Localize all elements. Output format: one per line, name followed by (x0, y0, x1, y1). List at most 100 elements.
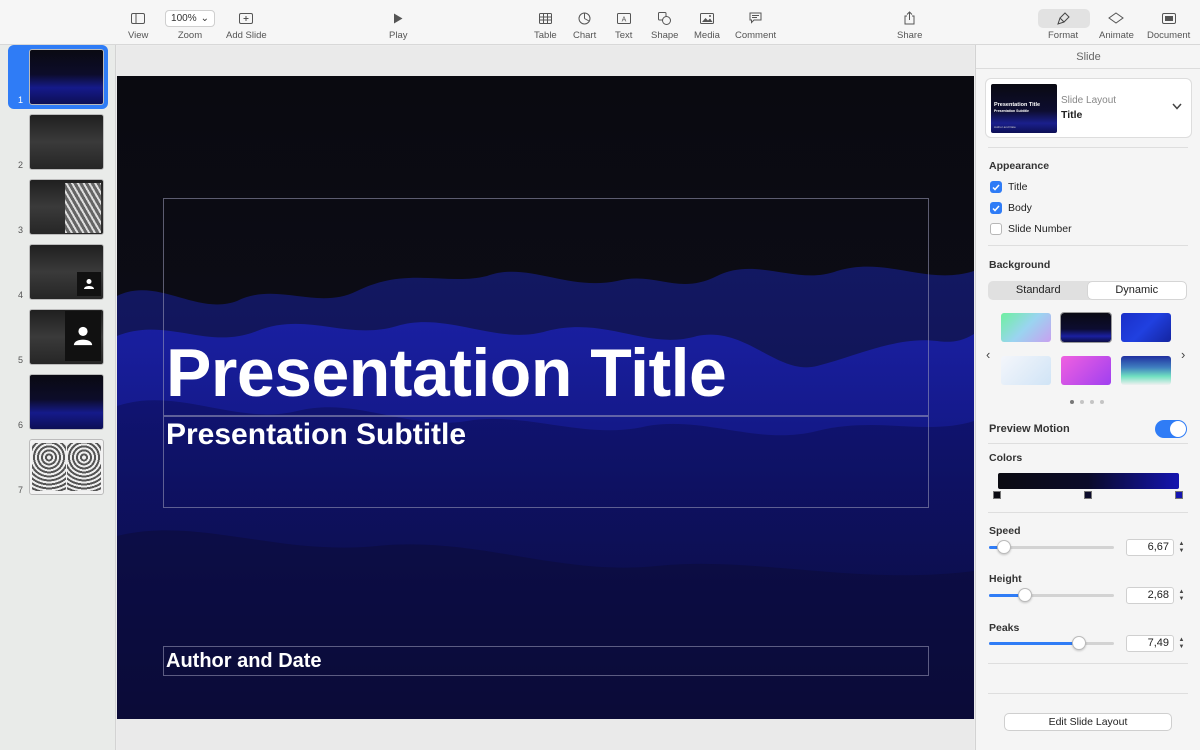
background-swatch-blue[interactable] (1121, 313, 1171, 342)
document-button[interactable]: Document (1147, 8, 1190, 41)
slide-subtitle[interactable]: Presentation Subtitle (166, 418, 466, 452)
peaks-slider[interactable] (989, 636, 1114, 650)
appearance-body-option[interactable]: Body (990, 202, 1032, 214)
toggle-knob (1170, 421, 1186, 437)
share-icon (904, 8, 915, 28)
chevron-right-icon[interactable]: › (1181, 347, 1185, 362)
chevron-down-icon[interactable] (1172, 101, 1182, 113)
peaks-label: Peaks (989, 622, 1020, 634)
speed-stepper[interactable]: ▲ ▼ (1176, 539, 1187, 556)
slide-thumbnail-6[interactable]: 6 (0, 370, 116, 432)
slide-layout-picker[interactable]: Presentation Title Presentation Subtitle… (985, 78, 1192, 138)
slide-thumbnail-5[interactable]: 5 (0, 305, 116, 367)
photo-icon (699, 8, 714, 28)
slider-knob[interactable] (1072, 636, 1086, 650)
preview-motion-toggle[interactable] (1155, 420, 1187, 438)
height-value-field[interactable]: 2,68 (1126, 587, 1174, 604)
text-button[interactable]: A Text (615, 8, 632, 41)
divider (988, 245, 1188, 246)
gradient-stop-2[interactable] (1084, 491, 1092, 499)
page-dot[interactable] (1090, 400, 1094, 404)
speed-slider[interactable] (989, 540, 1114, 554)
page-dot[interactable] (1080, 400, 1084, 404)
zoom-select[interactable]: 100% ⌄ (165, 9, 215, 27)
shape-button[interactable]: Shape (651, 8, 678, 41)
standard-tab[interactable]: Standard (989, 282, 1088, 299)
media-label: Media (694, 30, 720, 41)
appearance-slide-number-option[interactable]: Slide Number (990, 223, 1072, 235)
format-inspector: Slide Presentation Title Presentation Su… (975, 45, 1200, 750)
gradient-stop-1[interactable] (993, 491, 1001, 499)
zoom-control[interactable]: 100% ⌄ Zoom (165, 8, 215, 41)
color-gradient-bar[interactable] (998, 473, 1179, 489)
gradient-stop-3[interactable] (1175, 491, 1183, 499)
peaks-stepper[interactable]: ▲ ▼ (1176, 635, 1187, 652)
stepper-up-icon[interactable]: ▲ (1179, 589, 1185, 596)
stepper-down-icon[interactable]: ▼ (1179, 596, 1185, 603)
height-stepper[interactable]: ▲ ▼ (1176, 587, 1187, 604)
slide-author-date[interactable]: Author and Date (166, 650, 322, 673)
table-icon (538, 8, 552, 28)
background-swatch-magenta[interactable] (1061, 356, 1111, 385)
divider (988, 693, 1188, 694)
toolbar: View 100% ⌄ Zoom Add Slide Play Table Cha… (0, 0, 1200, 45)
paintbrush-icon (1056, 8, 1070, 28)
slide-title[interactable]: Presentation Title (166, 334, 727, 412)
add-slide-button[interactable]: Add Slide (226, 8, 267, 41)
page-dot[interactable] (1070, 400, 1074, 404)
stepper-down-icon[interactable]: ▼ (1179, 644, 1185, 651)
slide-canvas[interactable]: Presentation Title Presentation Subtitle… (117, 76, 974, 719)
chart-button[interactable]: Chart (573, 8, 596, 41)
comment-button[interactable]: Comment (735, 8, 776, 41)
layout-thumbnail: Presentation Title Presentation Subtitle… (991, 84, 1057, 133)
speed-value-field[interactable]: 6,67 (1126, 539, 1174, 556)
play-button[interactable]: Play (389, 8, 407, 41)
slide-thumbnail-4[interactable]: 4 (0, 240, 116, 302)
background-swatch-blue-waves[interactable] (1060, 312, 1112, 343)
stepper-up-icon[interactable]: ▲ (1179, 637, 1185, 644)
page-dot[interactable] (1100, 400, 1104, 404)
edit-slide-layout-button[interactable]: Edit Slide Layout (1004, 713, 1172, 731)
slider-knob[interactable] (997, 540, 1011, 554)
thumbnail-image (29, 374, 104, 430)
slide-layout-label: Slide Layout (1061, 95, 1117, 106)
media-button[interactable]: Media (694, 8, 720, 41)
stepper-up-icon[interactable]: ▲ (1179, 541, 1185, 548)
slide-number: 4 (18, 290, 24, 300)
format-button[interactable]: Format (1048, 8, 1078, 41)
body-checkbox[interactable] (990, 202, 1002, 214)
table-button[interactable]: Table (534, 8, 557, 41)
preview-motion-label: Preview Motion (989, 423, 1070, 435)
text-label: Text (615, 30, 633, 41)
slide-number-checkbox[interactable] (990, 223, 1002, 235)
slide-number: 2 (18, 160, 24, 170)
slide-thumbnail-7[interactable]: 7 (0, 435, 116, 497)
inspector-tab-slide[interactable]: Slide (976, 45, 1200, 69)
stepper-down-icon[interactable]: ▼ (1179, 548, 1185, 555)
title-checkbox[interactable] (990, 181, 1002, 193)
share-button[interactable]: Share (897, 8, 922, 41)
title-checkbox-label: Title (1008, 181, 1028, 193)
slide-thumbnail-2[interactable]: 2 (0, 110, 116, 172)
slider-knob[interactable] (1018, 588, 1033, 602)
view-button[interactable]: View (128, 8, 148, 41)
preview-motion-row: Preview Motion (989, 420, 1187, 438)
colors-heading: Colors (989, 452, 1023, 464)
background-heading: Background (989, 259, 1051, 271)
background-swatch-gradient[interactable] (1001, 313, 1051, 342)
background-swatch-aurora[interactable] (1121, 356, 1171, 385)
chart-label: Chart (573, 30, 597, 41)
thumbnail-image (29, 309, 104, 365)
appearance-title-option[interactable]: Title (990, 181, 1027, 193)
slide-thumbnail-3[interactable]: 3 (0, 175, 116, 237)
peaks-value-field[interactable]: 7,49 (1126, 635, 1174, 652)
dynamic-tab[interactable]: Dynamic (1087, 282, 1186, 299)
thumbnail-image (29, 114, 104, 170)
slide-thumbnail-1[interactable]: 1 (0, 45, 116, 109)
animate-button[interactable]: Animate (1099, 8, 1134, 41)
height-slider[interactable] (989, 588, 1114, 602)
animate-label: Animate (1099, 30, 1134, 41)
chevron-left-icon[interactable]: ‹ (986, 347, 990, 362)
layout-thumb-subtitle: Presentation Subtitle (994, 109, 1030, 113)
background-swatch-light[interactable] (1001, 356, 1051, 385)
